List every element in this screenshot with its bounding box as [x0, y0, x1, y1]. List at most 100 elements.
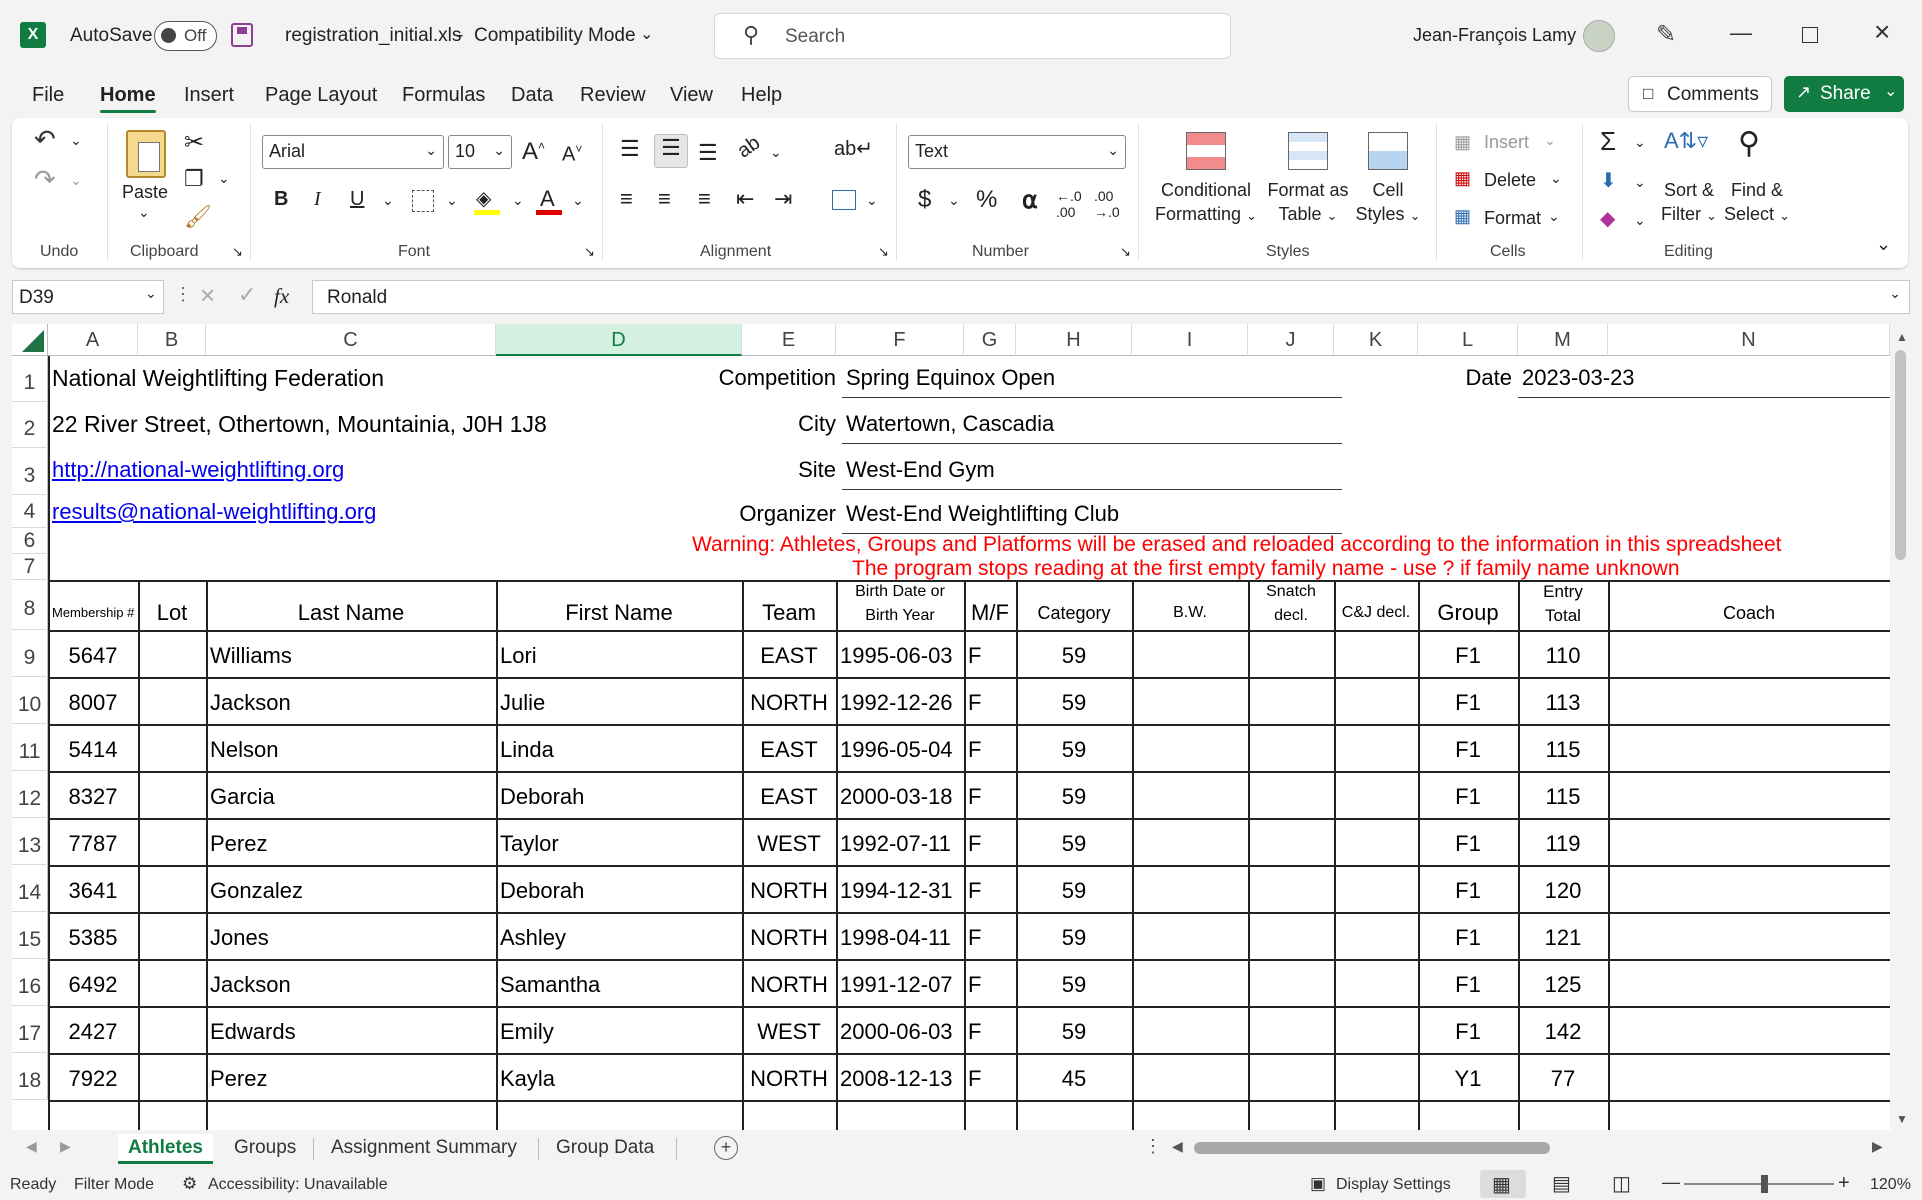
cell-k17[interactable]: [1334, 1010, 1418, 1053]
cell-f16[interactable]: 1991-12-07: [836, 963, 964, 1006]
column-header-k[interactable]: K: [1334, 324, 1418, 356]
cell-a11[interactable]: 5414: [48, 728, 138, 771]
cell-d9[interactable]: Lori: [496, 634, 742, 677]
cell-a16[interactable]: 6492: [48, 963, 138, 1006]
zoom-slider[interactable]: [1684, 1183, 1834, 1185]
row-header-4[interactable]: 4: [12, 495, 48, 528]
row-header-8[interactable]: 8: [12, 580, 48, 630]
row-header-10[interactable]: 10: [12, 677, 48, 724]
autosave-toggle[interactable]: Off: [154, 21, 217, 51]
merge-center-icon[interactable]: [832, 190, 856, 210]
close-icon[interactable]: ×: [1874, 16, 1890, 48]
cell-f17[interactable]: 2000-06-03: [836, 1010, 964, 1053]
align-center-icon[interactable]: ≡: [658, 186, 671, 212]
first-name-header[interactable]: First Name: [496, 596, 742, 630]
align-left-icon[interactable]: ≡: [620, 186, 633, 212]
name-box[interactable]: D39 ⌄: [12, 280, 164, 314]
cell-j12[interactable]: [1248, 775, 1334, 818]
cell-k11[interactable]: [1334, 728, 1418, 771]
clear-icon[interactable]: ◆: [1600, 206, 1615, 231]
cell-g11[interactable]: F: [964, 728, 1016, 771]
row-header-2[interactable]: 2: [12, 402, 48, 448]
cell-d17[interactable]: Emily: [496, 1010, 742, 1053]
cell-a12[interactable]: 8327: [48, 775, 138, 818]
cell-j13[interactable]: [1248, 822, 1334, 865]
align-right-icon[interactable]: ≡: [698, 186, 711, 212]
fill-color-icon[interactable]: ◈: [476, 186, 491, 211]
underline-icon[interactable]: U: [350, 188, 364, 211]
add-sheet-icon[interactable]: +: [714, 1136, 738, 1160]
cell-m18[interactable]: 77: [1518, 1057, 1608, 1100]
cell-i9[interactable]: [1132, 634, 1248, 677]
row-header-14[interactable]: 14: [12, 865, 48, 912]
vertical-scrollbar[interactable]: ▲ ▼: [1892, 324, 1910, 1130]
cell-g10[interactable]: F: [964, 681, 1016, 724]
row-header-13[interactable]: 13: [12, 818, 48, 865]
copy-icon[interactable]: ❐: [184, 166, 204, 192]
cell-d14[interactable]: Deborah: [496, 869, 742, 912]
row-header-1[interactable]: 1: [12, 356, 48, 402]
bw-header[interactable]: B.W.: [1132, 596, 1248, 630]
column-header-j[interactable]: J: [1248, 324, 1334, 356]
tab-file[interactable]: File: [32, 84, 64, 107]
cell-g14[interactable]: F: [964, 869, 1016, 912]
cell-i18[interactable]: [1132, 1057, 1248, 1100]
cell-h15[interactable]: 59: [1016, 916, 1132, 959]
cell-c14[interactable]: Gonzalez: [206, 869, 496, 912]
dialog-launcher-icon[interactable]: ↘: [584, 244, 595, 260]
cell-d12[interactable]: Deborah: [496, 775, 742, 818]
zoom-slider-thumb[interactable]: [1761, 1175, 1768, 1193]
site-label[interactable]: Site: [572, 450, 836, 490]
cell-l18[interactable]: Y1: [1418, 1057, 1518, 1100]
sort-filter-icon[interactable]: A⇅▿: [1664, 128, 1708, 154]
column-header-h[interactable]: H: [1016, 324, 1132, 356]
cell-d13[interactable]: Taylor: [496, 822, 742, 865]
membership-header[interactable]: Membership #: [48, 596, 138, 630]
cell-a14[interactable]: 3641: [48, 869, 138, 912]
cell-n9[interactable]: [1608, 634, 1890, 677]
sort-filter-label[interactable]: Sort & Filter ⌄: [1656, 178, 1722, 228]
cell-l10[interactable]: F1: [1418, 681, 1518, 724]
cell-m17[interactable]: 142: [1518, 1010, 1608, 1053]
birth-header[interactable]: Birth Date or Birth Year: [836, 580, 964, 630]
cell-b14[interactable]: [138, 869, 206, 912]
wrap-text-icon[interactable]: ab↵: [834, 136, 873, 161]
cell-c9[interactable]: Williams: [206, 634, 496, 677]
cell-e15[interactable]: NORTH: [742, 916, 836, 959]
align-middle-icon[interactable]: ☰: [654, 134, 688, 168]
cell-h9[interactable]: 59: [1016, 634, 1132, 677]
cell-e18[interactable]: NORTH: [742, 1057, 836, 1100]
row-header-6[interactable]: 6: [12, 528, 48, 554]
cell-a10[interactable]: 8007: [48, 681, 138, 724]
cell-l17[interactable]: F1: [1418, 1010, 1518, 1053]
sheet-tab-assignment-summary[interactable]: Assignment Summary: [321, 1134, 527, 1164]
chevron-down-icon[interactable]: ⌄: [1634, 212, 1646, 229]
cell-l15[interactable]: F1: [1418, 916, 1518, 959]
format-as-table-label[interactable]: Format as Table ⌄: [1262, 178, 1354, 228]
display-settings-icon[interactable]: ▣: [1310, 1174, 1326, 1194]
borders-icon[interactable]: [412, 190, 434, 212]
cell-j14[interactable]: [1248, 869, 1334, 912]
comments-button[interactable]: □ Comments: [1628, 76, 1772, 112]
cell-m16[interactable]: 125: [1518, 963, 1608, 1006]
chevron-down-icon[interactable]: ⌄: [218, 170, 230, 187]
tab-view[interactable]: View: [670, 84, 713, 107]
column-header-l[interactable]: L: [1418, 324, 1518, 356]
cell-f18[interactable]: 2008-12-13: [836, 1057, 964, 1100]
display-settings-button[interactable]: Display Settings: [1336, 1176, 1451, 1194]
chevron-down-icon[interactable]: ⌄: [640, 24, 653, 44]
cell-n13[interactable]: [1608, 822, 1890, 865]
column-header-b[interactable]: B: [138, 324, 206, 356]
tab-data[interactable]: Data: [511, 84, 553, 107]
paste-label[interactable]: Paste: [122, 180, 168, 204]
scroll-next-sheet-icon[interactable]: ▶: [60, 1138, 71, 1155]
row-header-9[interactable]: 9: [12, 630, 48, 677]
tab-page-layout[interactable]: Page Layout: [265, 84, 377, 107]
cancel-icon[interactable]: ×: [200, 280, 215, 311]
increase-indent-icon[interactable]: ⇥: [774, 186, 792, 212]
cell-b16[interactable]: [138, 963, 206, 1006]
sheet-tab-athletes[interactable]: Athletes: [118, 1134, 213, 1164]
cell-b15[interactable]: [138, 916, 206, 959]
federation-email-link[interactable]: results@national-weightlifting.org: [52, 494, 452, 530]
chevron-down-icon[interactable]: ⌄: [1634, 174, 1646, 191]
